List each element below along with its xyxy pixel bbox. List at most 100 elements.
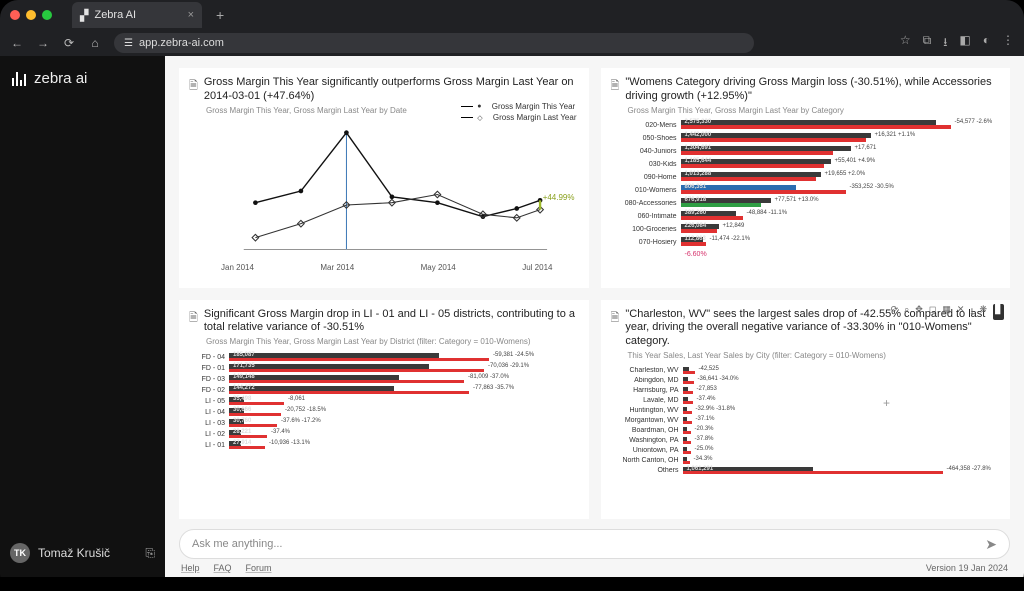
hbar-row[interactable]: 080-Accessories676,918+77,571 +13.0% [611,197,1001,210]
hbar-category-label: 080-Accessories [611,200,681,207]
hbar-row[interactable]: LI - 0228,221-37.4% [189,429,579,440]
user-row[interactable]: TK Tomaž Krušič ⎘ [0,535,165,571]
hbar-row[interactable]: 100-Groceries226,084+12,849 [611,223,1001,236]
card-title: "Womens Category driving Gross Margin lo… [625,76,1000,104]
hbar-category-label: FD - 01 [189,365,229,372]
profile-icon[interactable]: ◐ [983,33,990,54]
avatar: TK [10,543,30,563]
download-icon[interactable]: ⭳ [943,33,947,54]
extension-icon[interactable]: ⧉ [923,33,932,54]
card-title: Significant Gross Margin drop in LI - 01… [204,308,579,336]
hbar-row[interactable]: Boardman, OH-20.3% [611,426,1001,436]
card-subtitle: This Year Sales, Last Year Sales by City… [628,351,1001,360]
insight-icon: 🗎 [189,309,198,336]
hbar-category-label: LI - 04 [189,409,229,416]
nav-home-icon[interactable]: ⌂ [88,36,102,50]
hbar-row[interactable]: FD - 04185,087-59,381 -24.5% [189,352,579,363]
hbar-category-label: Abingdon, MD [611,377,683,384]
cursor-crosshair-icon: + [883,396,890,410]
x-axis-ticks: Jan 2014Mar 2014May 2014Jul 2014 [221,263,553,272]
hbar-row[interactable]: Huntington, WV-32.9% -31.8% [611,406,1001,416]
hbar-chart-district[interactable]: FD - 04185,087-59,381 -24.5%FD - 01171,7… [189,352,579,451]
hbar-row[interactable]: 010-Womens806,351-353,252 -30.5% [611,184,1001,197]
window-controls[interactable] [10,10,52,20]
browser-menu-icon[interactable]: ⋮ [1002,33,1014,54]
hbar-row[interactable]: FD - 03149,148-81,009 -37.0% [189,374,579,385]
tool-crosshair-icon[interactable]: ✥ [915,304,923,320]
hbar-row[interactable]: 060-Intimate389,260-48,884 -11.1% [611,210,1001,223]
footer-faq-link[interactable]: FAQ [214,563,232,573]
tool-data-icon[interactable]: ▊ [993,304,1004,320]
main-content: 🗎 Gross Margin This Year significantly o… [165,56,1024,577]
hbar-row[interactable]: LI - 0127,914-10,936 -13.1% [189,440,579,451]
sidebar: zebra ai TK Tomaž Krušič ⎘ [0,56,165,577]
hbar-category-label: 010-Womens [611,187,681,194]
hbar-row[interactable]: LI - 0330,760-37.6% -17.2% [189,418,579,429]
hbar-row[interactable]: Morgantown, WV-37.1% [611,416,1001,426]
hbar-category-label: Charleston, WV [611,367,683,374]
hbar-category-label: 090-Home [611,174,681,181]
hbar-row[interactable]: 090-Home1,013,288+19,655 +2.0% [611,171,1001,184]
footer-forum-link[interactable]: Forum [246,563,272,573]
ask-input[interactable]: Ask me anything... ➤ [179,529,1010,559]
tool-zoom-icon[interactable]: ⌕ [904,304,909,320]
footer-help-link[interactable]: Help [181,563,200,573]
hbar-row[interactable]: LI - 0430,666-20,752 -18.5% [189,407,579,418]
new-tab-button[interactable]: + [210,7,230,23]
send-icon[interactable]: ➤ [985,536,997,553]
tool-more-icon[interactable]: ❋ [980,304,988,320]
browser-tab[interactable]: ▞ Zebra AI × [72,2,202,28]
tool-download-icon[interactable]: ⭳ [970,304,973,320]
address-bar[interactable]: ☰ app.zebra-ai.com [114,33,754,53]
hbar-row[interactable]: 050-Shoes1,442,000+16,321 +1.1% [611,132,1001,145]
nav-reload-icon[interactable]: ⟳ [62,36,76,50]
tool-refresh-icon[interactable]: ⟳ [891,304,899,320]
hbar-category-label: LI - 05 [189,398,229,405]
insight-icon: 🗎 [611,77,620,104]
hbar-row[interactable]: 020-Mens2,575,330-54,577 -2.6% [611,119,1001,132]
hbar-row[interactable]: Lavale, MD-37.4% [611,396,1001,406]
hbar-row[interactable]: North Canton, OH-34.3% [611,456,1001,466]
hbar-row[interactable]: FD - 02144,272-77,863 -35.7% [189,385,579,396]
hbar-row[interactable]: Abingdon, MD-36,641 -34.0% [611,376,1001,386]
hbar-row[interactable]: Harrisburg, PA-27,853 [611,386,1001,396]
hbar-category-label: FD - 02 [189,387,229,394]
insight-icon: 🗎 [189,77,198,104]
logout-icon[interactable]: ⎘ [145,546,155,561]
insight-icon: 🗎 [611,309,620,349]
card-title: Gross Margin This Year significantly out… [204,76,579,104]
hbar-row[interactable]: 040-Juniors1,304,691+17,671 [611,145,1001,158]
nav-back-icon[interactable]: ← [10,36,24,50]
tool-x-icon[interactable]: ✕ [957,304,965,320]
hbar-chart-city[interactable]: Charleston, WV-42,525Abingdon, MD-36,641… [611,366,1001,476]
hbar-row[interactable]: LI - 0535,498-8,061 [189,396,579,407]
tab-title: Zebra AI [94,9,136,21]
hbar-category-label: Others [611,467,683,474]
hbar-row[interactable]: Washington, PA-37.8% [611,436,1001,446]
footer-version: Version 19 Jan 2024 [926,563,1008,573]
hbar-row[interactable]: Others1,061,291-464,358 -27.8% [611,466,1001,476]
hbar-row[interactable]: Uniontown, PA-25.0% [611,446,1001,456]
hbar-row[interactable]: 070-Hosiery112,863-11,474 -22.1% [611,236,1001,249]
site-info-icon[interactable]: ☰ [124,38,133,49]
url: app.zebra-ai.com [139,37,224,49]
bookmark-icon[interactable]: ☆ [900,33,911,54]
insight-card-3: 🗎 Significant Gross Margin drop in LI - … [179,300,589,520]
card-subtitle: Gross Margin This Year, Gross Margin Las… [206,337,579,346]
hbar-row[interactable]: 030-Kids1,185,644+55,401 +4.9% [611,158,1001,171]
tool-select-icon[interactable]: ◻ [929,304,936,320]
hbar-category-label: 040-Juniors [611,148,681,155]
tool-grid-icon[interactable]: ▦ [942,304,951,320]
close-tab-icon[interactable]: × [188,9,194,21]
hbar-category-label: Uniontown, PA [611,447,683,454]
hbar-category-label: Morgantown, WV [611,417,683,424]
hbar-category-label: 030-Kids [611,161,681,168]
hbar-row[interactable]: FD - 01171,735-70,036 -29.1% [189,363,579,374]
hbar-row[interactable]: Charleston, WV-42,525 [611,366,1001,376]
nav-forward-icon[interactable]: → [36,36,50,50]
line-chart[interactable]: +44.99% [189,121,579,261]
hbar-category-label: LI - 03 [189,420,229,427]
app-logo[interactable]: zebra ai [0,56,165,101]
hbar-chart-category[interactable]: 020-Mens2,575,330-54,577 -2.6%050-Shoes1… [611,119,1001,249]
panel-icon[interactable]: ◧ [959,33,970,54]
